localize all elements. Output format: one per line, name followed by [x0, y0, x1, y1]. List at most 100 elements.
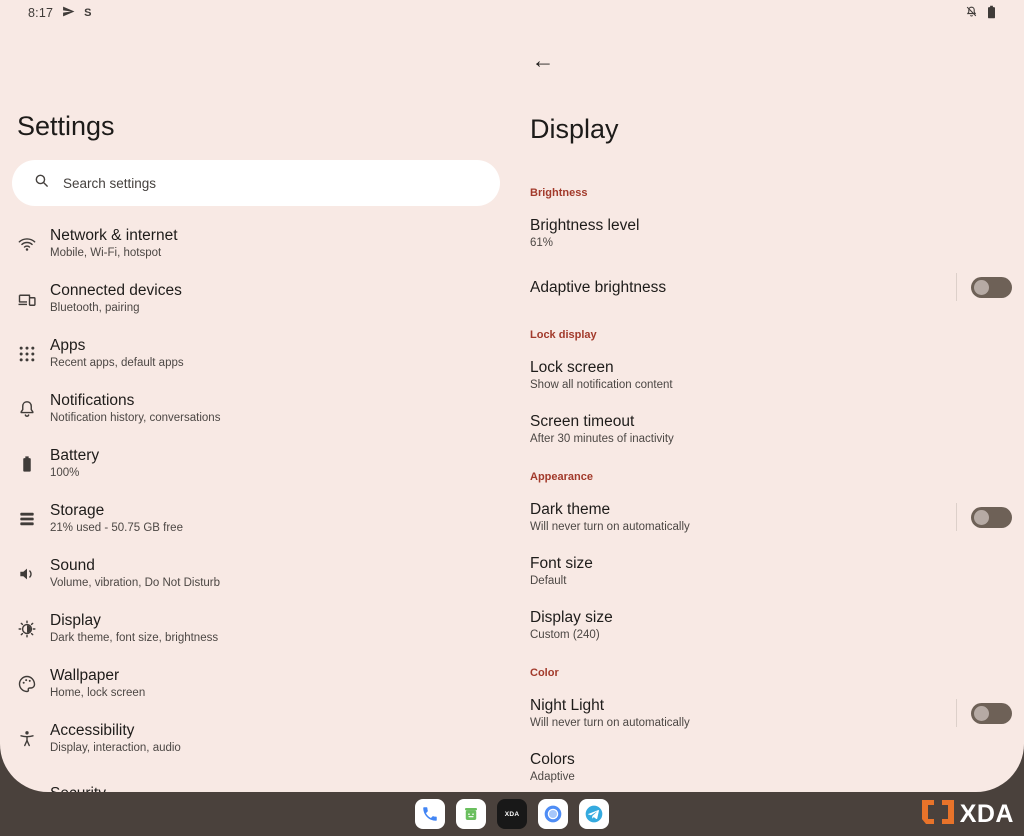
sound-icon	[17, 564, 37, 584]
connected-devices-icon	[17, 289, 37, 309]
section-header-color: Color	[530, 666, 1012, 680]
sidebar-item-security[interactable]: Security	[0, 766, 512, 792]
row-screen-timeout[interactable]: Screen timeout After 30 minutes of inact…	[530, 402, 1012, 456]
row-display-size[interactable]: Display size Custom (240)	[530, 598, 1012, 652]
detail-title: Display	[530, 114, 619, 145]
row-brightness-level[interactable]: Brightness level 61%	[530, 206, 1012, 260]
menu-item-label: Accessibility	[50, 722, 181, 740]
row-label: Brightness level	[530, 216, 1012, 235]
row-night-light[interactable]: Night Light Will never turn on automatic…	[530, 686, 1012, 740]
row-label: Adaptive brightness	[530, 278, 956, 297]
apps-grid-icon	[17, 344, 37, 364]
back-arrow-icon[interactable]: ←	[527, 44, 559, 76]
menu-item-label: Storage	[50, 502, 183, 520]
toggle-divider	[956, 699, 957, 727]
row-label: Display size	[530, 608, 1012, 627]
menu-item-label: Security	[50, 785, 106, 793]
menu-item-label: Network & internet	[50, 227, 178, 245]
xda-watermark: XDA	[921, 798, 1014, 830]
search-bar[interactable]	[12, 160, 500, 206]
row-sub: After 30 minutes of inactivity	[530, 433, 1012, 446]
menu-item-label: Notifications	[50, 392, 220, 410]
bell-icon	[17, 399, 37, 419]
xda-watermark-text: XDA	[960, 802, 1014, 827]
menu-item-sub: Display, interaction, audio	[50, 742, 181, 755]
section-header-appearance: Appearance	[530, 470, 1012, 484]
menu-item-sub: Recent apps, default apps	[50, 357, 184, 370]
page-title: Settings	[17, 111, 115, 142]
xda-app-label: XDA	[505, 811, 520, 818]
menu-item-label: Connected devices	[50, 282, 182, 300]
dock: XDA	[415, 799, 609, 829]
search-icon	[33, 172, 50, 194]
row-adaptive-brightness[interactable]: Adaptive brightness	[530, 260, 1012, 314]
display-icon	[17, 619, 37, 639]
section-header-lock-display: Lock display	[530, 328, 1012, 342]
row-sub: Will never turn on automatically	[530, 521, 956, 534]
chromium-app-icon[interactable]	[538, 799, 568, 829]
settings-list-pane: Settings Network & internet Mobile, Wi-F…	[0, 0, 512, 792]
wifi-icon	[17, 234, 37, 254]
sidebar-item-apps[interactable]: Apps Recent apps, default apps	[0, 326, 512, 381]
messages-app-icon[interactable]	[456, 799, 486, 829]
menu-item-sub: Dark theme, font size, brightness	[50, 632, 218, 645]
toggle-divider	[956, 273, 957, 301]
night-light-toggle[interactable]	[971, 703, 1012, 724]
phone-app-icon[interactable]	[415, 799, 445, 829]
menu-item-sub: Mobile, Wi-Fi, hotspot	[50, 247, 178, 260]
sidebar-item-storage[interactable]: Storage 21% used - 50.75 GB free	[0, 491, 512, 546]
row-font-size[interactable]: Font size Default	[530, 544, 1012, 598]
row-sub: Show all notification content	[530, 379, 1012, 392]
dark-theme-toggle[interactable]	[971, 507, 1012, 528]
sidebar-item-network-internet[interactable]: Network & internet Mobile, Wi-Fi, hotspo…	[0, 216, 512, 271]
row-sub: Default	[530, 575, 1012, 588]
accessibility-icon	[17, 729, 37, 749]
row-label: Font size	[530, 554, 1012, 573]
app-window: 8:17 S Settings	[0, 0, 1024, 792]
security-icon-placeholder	[17, 784, 37, 793]
row-lock-screen[interactable]: Lock screen Show all notification conten…	[530, 348, 1012, 402]
sidebar-item-wallpaper[interactable]: Wallpaper Home, lock screen	[0, 656, 512, 711]
menu-item-sub: Bluetooth, pairing	[50, 302, 182, 315]
menu-item-sub: 21% used - 50.75 GB free	[50, 522, 183, 535]
row-colors[interactable]: Colors Adaptive	[530, 740, 1012, 792]
menu-item-sub: Home, lock screen	[50, 687, 145, 700]
sidebar-item-sound[interactable]: Sound Volume, vibration, Do Not Disturb	[0, 546, 512, 601]
battery-icon	[17, 454, 37, 474]
storage-icon	[17, 509, 37, 529]
adaptive-brightness-toggle[interactable]	[971, 277, 1012, 298]
xda-brackets-icon	[921, 798, 955, 830]
menu-item-label: Battery	[50, 447, 99, 465]
settings-menu: Network & internet Mobile, Wi-Fi, hotspo…	[0, 216, 512, 792]
display-detail-pane: ← Display Brightness Brightness level 61…	[512, 0, 1024, 792]
sidebar-item-display[interactable]: Display Dark theme, font size, brightnes…	[0, 601, 512, 656]
search-input[interactable]	[63, 176, 490, 191]
xda-app-icon[interactable]: XDA	[497, 799, 527, 829]
row-label: Dark theme	[530, 500, 956, 519]
row-label: Lock screen	[530, 358, 1012, 377]
row-sub: Will never turn on automatically	[530, 717, 956, 730]
menu-item-sub: Volume, vibration, Do Not Disturb	[50, 577, 220, 590]
menu-item-sub: Notification history, conversations	[50, 412, 220, 425]
sidebar-item-battery[interactable]: Battery 100%	[0, 436, 512, 491]
menu-item-label: Display	[50, 612, 218, 630]
menu-item-label: Wallpaper	[50, 667, 145, 685]
toggle-divider	[956, 503, 957, 531]
sidebar-item-notifications[interactable]: Notifications Notification history, conv…	[0, 381, 512, 436]
row-label: Night Light	[530, 696, 956, 715]
row-sub: Adaptive	[530, 771, 1012, 784]
row-sub: Custom (240)	[530, 629, 1012, 642]
row-sub: 61%	[530, 237, 1012, 250]
wallpaper-icon	[17, 674, 37, 694]
sidebar-item-connected-devices[interactable]: Connected devices Bluetooth, pairing	[0, 271, 512, 326]
row-dark-theme[interactable]: Dark theme Will never turn on automatica…	[530, 490, 1012, 544]
menu-item-sub: 100%	[50, 467, 99, 480]
row-label: Screen timeout	[530, 412, 1012, 431]
menu-item-label: Apps	[50, 337, 184, 355]
row-label: Colors	[530, 750, 1012, 769]
sidebar-item-accessibility[interactable]: Accessibility Display, interaction, audi…	[0, 711, 512, 766]
telegram-app-icon[interactable]	[579, 799, 609, 829]
taskbar: XDA XDA	[0, 792, 1024, 836]
section-header-brightness: Brightness	[530, 186, 1012, 200]
menu-item-label: Sound	[50, 557, 220, 575]
